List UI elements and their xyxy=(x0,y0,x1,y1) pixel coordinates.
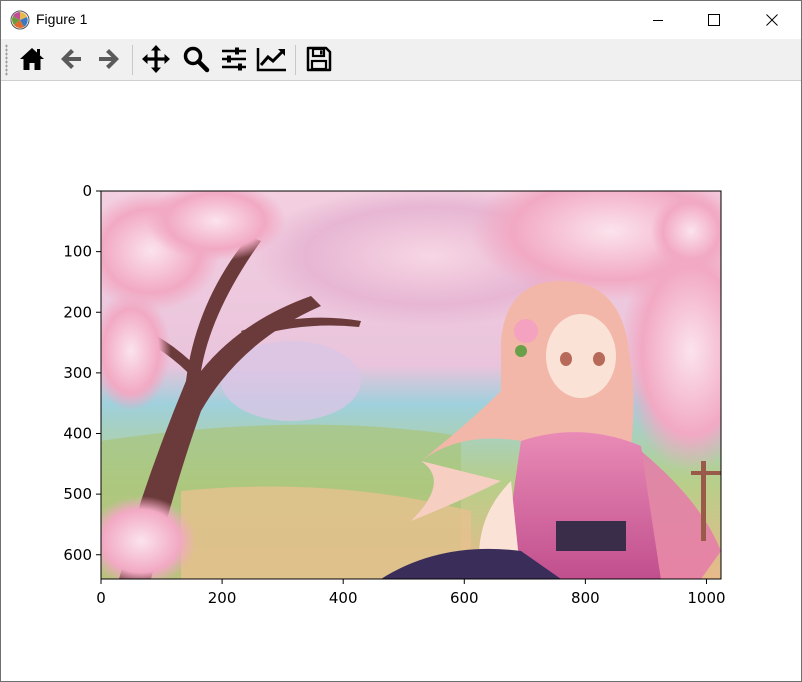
minimize-button[interactable] xyxy=(629,1,687,39)
home-icon xyxy=(20,48,44,70)
y-tick-label: 300 xyxy=(63,364,92,382)
configure-subplots-button[interactable] xyxy=(217,42,251,76)
image-content xyxy=(101,191,721,579)
magnifier-icon xyxy=(183,46,210,73)
forward-button[interactable] xyxy=(92,42,126,76)
back-button[interactable] xyxy=(54,42,88,76)
line-chart-icon xyxy=(256,48,286,72)
x-tick-label: 600 xyxy=(450,589,479,607)
title-bar[interactable]: Figure 1 xyxy=(1,1,801,39)
figure-window: Figure 1 0 200 400 600 800 1000 0 100 20… xyxy=(0,0,802,682)
maximize-icon xyxy=(708,14,720,26)
y-axis: 0 100 200 300 400 500 600 xyxy=(63,182,101,564)
matplotlib-app-icon xyxy=(10,10,30,30)
close-button[interactable] xyxy=(743,1,801,39)
x-tick-label: 200 xyxy=(208,589,237,607)
floppy-disk-icon xyxy=(306,46,332,72)
y-tick-label: 600 xyxy=(63,546,92,564)
x-tick-label: 800 xyxy=(571,589,600,607)
window-title: Figure 1 xyxy=(36,11,88,27)
close-icon xyxy=(766,14,778,26)
x-axis: 0 200 400 600 800 1000 xyxy=(96,579,726,607)
minimize-icon xyxy=(653,20,663,21)
y-tick-label: 100 xyxy=(63,243,92,261)
toolbar-separator xyxy=(132,45,133,75)
save-button[interactable] xyxy=(302,42,336,76)
move-icon xyxy=(142,45,170,73)
navigation-toolbar xyxy=(1,39,801,81)
sliders-icon xyxy=(222,47,246,71)
toolbar-separator xyxy=(295,45,296,75)
pan-button[interactable] xyxy=(139,42,173,76)
arrow-right-icon xyxy=(99,49,119,69)
axes-svg: 0 200 400 600 800 1000 0 100 200 300 400 500 600 xyxy=(63,182,726,607)
y-tick-label: 200 xyxy=(63,303,92,321)
toolbar-grip[interactable] xyxy=(5,44,8,76)
y-tick-label: 500 xyxy=(63,485,92,503)
zoom-button[interactable] xyxy=(179,42,213,76)
figure-canvas[interactable]: 0 200 400 600 800 1000 0 100 200 300 400 500 600 xyxy=(1,81,801,681)
edit-axes-button[interactable] xyxy=(255,42,289,76)
maximize-button[interactable] xyxy=(685,1,743,39)
home-button[interactable] xyxy=(15,42,49,76)
x-tick-label: 1000 xyxy=(687,589,725,607)
arrow-left-icon xyxy=(61,49,81,69)
x-tick-label: 400 xyxy=(329,589,358,607)
y-tick-label: 0 xyxy=(82,182,92,200)
x-tick-label: 0 xyxy=(96,589,106,607)
y-tick-label: 400 xyxy=(63,425,92,443)
